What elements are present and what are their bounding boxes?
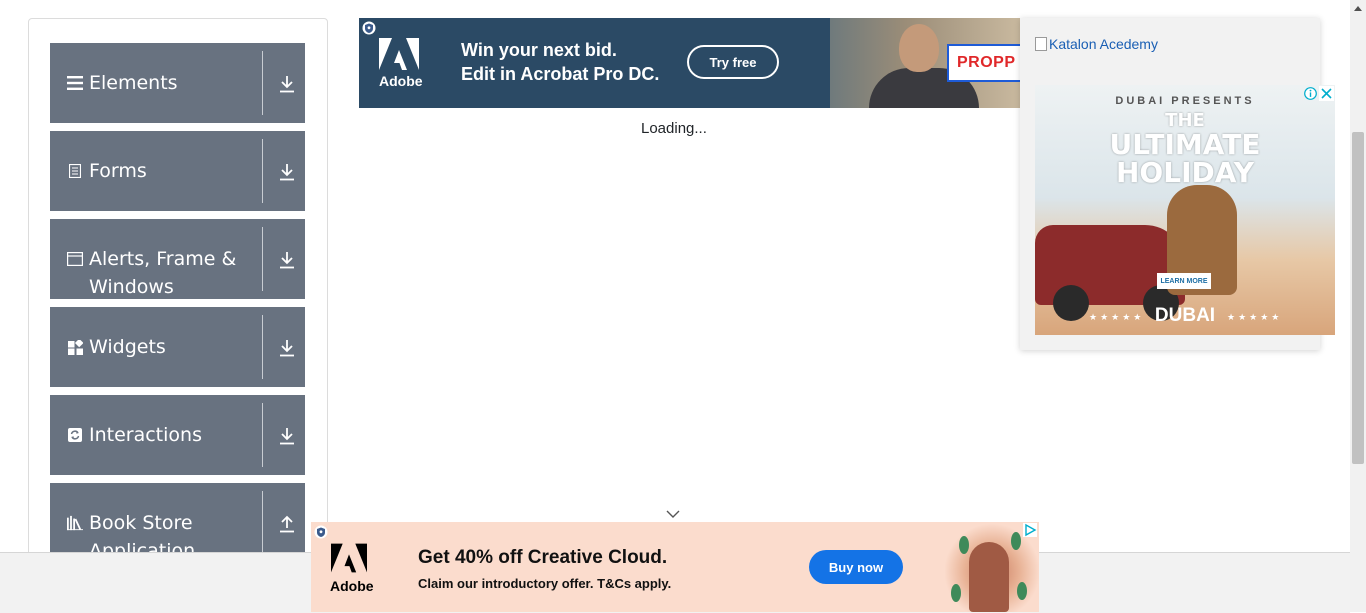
adobe-wordmark: Adobe: [379, 73, 423, 89]
ad-person-head: [899, 24, 939, 72]
upload-arrow-icon[interactable]: [276, 513, 298, 535]
sidebar-panel: Elements Forms Alerts, Frame & Windows W…: [28, 18, 328, 578]
chevron-down-icon[interactable]: [665, 507, 681, 521]
group-divider: [262, 227, 263, 291]
document-icon: [67, 161, 83, 181]
ad-artwork-figure: [969, 542, 1009, 612]
widgets-grid-icon: [67, 337, 83, 357]
dubai-logo: DUBAI: [1154, 305, 1216, 326]
ad-headline: Get 40% off Creative Cloud.: [418, 547, 668, 568]
group-widgets[interactable]: Widgets: [50, 307, 305, 387]
ad-artwork-leaf: [951, 584, 961, 602]
privacy-shield-icon[interactable]: [314, 525, 328, 539]
group-divider: [262, 403, 263, 467]
stars-right: ★★★★★: [1227, 312, 1283, 322]
group-divider: [262, 491, 263, 555]
download-arrow-icon[interactable]: [276, 425, 298, 447]
group-divider: [262, 139, 263, 203]
scroll-up-arrow-icon[interactable]: [1350, 0, 1366, 16]
group-alerts-frame-windows[interactable]: Alerts, Frame & Windows: [50, 219, 305, 299]
katalon-academy-image[interactable]: Katalon Acedemy: [1035, 36, 1158, 52]
acrobat-banner-ad[interactable]: Adobe Win your next bid. Edit in Acrobat…: [359, 18, 1020, 108]
group-book-store-application[interactable]: Book Store Application: [50, 483, 305, 563]
hamburger-icon: [67, 73, 83, 93]
books-icon: [67, 513, 83, 533]
learn-more-button[interactable]: LEARN MORE: [1157, 273, 1211, 289]
browser-window-icon: [67, 249, 83, 269]
proposal-text: PROPP: [957, 54, 1016, 71]
adobe-logo-icon: [379, 38, 419, 70]
download-arrow-icon[interactable]: [276, 73, 298, 95]
privacy-shield-icon[interactable]: [362, 21, 376, 35]
download-arrow-icon[interactable]: [276, 337, 298, 359]
download-arrow-icon[interactable]: [276, 249, 298, 271]
ad-artwork-leaf: [1017, 582, 1027, 600]
download-arrow-icon[interactable]: [276, 161, 298, 183]
loading-text: Loading...: [641, 120, 707, 137]
broken-image-alt-text: Katalon Acedemy: [1049, 36, 1158, 52]
buy-now-button[interactable]: Buy now: [809, 550, 903, 584]
group-label: Forms: [89, 160, 147, 182]
interaction-cycle-icon: [67, 425, 83, 445]
dubai-ad[interactable]: DUBAI PRESENTS THE ULTIMATE HOLIDAY LEAR…: [1035, 85, 1335, 335]
adchoices-icon[interactable]: [1023, 523, 1037, 537]
group-divider: [262, 315, 263, 379]
group-forms[interactable]: Forms: [50, 131, 305, 211]
ad-artwork-leaf: [1011, 532, 1021, 550]
close-icon[interactable]: [1319, 86, 1334, 101]
ad-headline-line1: Win your next bid.: [461, 40, 617, 60]
scrollbar-thumb[interactable]: [1352, 132, 1364, 464]
dubai-presents: DUBAI PRESENTS: [1115, 95, 1255, 107]
ad-headline: Win your next bid. Edit in Acrobat Pro D…: [461, 38, 681, 86]
group-label: Alerts, Frame & Windows: [89, 248, 237, 298]
adobe-logo-icon: [331, 543, 367, 573]
creative-cloud-ad[interactable]: Adobe Get 40% off Creative Cloud. Claim …: [311, 522, 1039, 612]
try-free-button[interactable]: Try free: [687, 45, 779, 79]
group-label: Widgets: [89, 336, 166, 358]
broken-image-icon: [1035, 37, 1047, 51]
ad-artwork-leaf: [959, 536, 969, 554]
ad-subline: Claim our introductory offer. T&Cs apply…: [418, 576, 672, 591]
ultimate-holiday-title: THE ULTIMATE HOLIDAY: [1035, 111, 1335, 187]
group-interactions[interactable]: Interactions: [50, 395, 305, 475]
title-line2: ULTIMATE: [1109, 128, 1261, 161]
group-divider: [262, 51, 263, 115]
group-label: Interactions: [89, 424, 202, 446]
adobe-wordmark: Adobe: [330, 578, 374, 594]
title-line3: HOLIDAY: [1115, 156, 1254, 189]
info-icon[interactable]: [1303, 86, 1318, 101]
group-elements[interactable]: Elements: [50, 43, 305, 123]
ad-headline-line2: Edit in Acrobat Pro DC.: [461, 64, 660, 84]
group-label: Elements: [89, 72, 178, 94]
